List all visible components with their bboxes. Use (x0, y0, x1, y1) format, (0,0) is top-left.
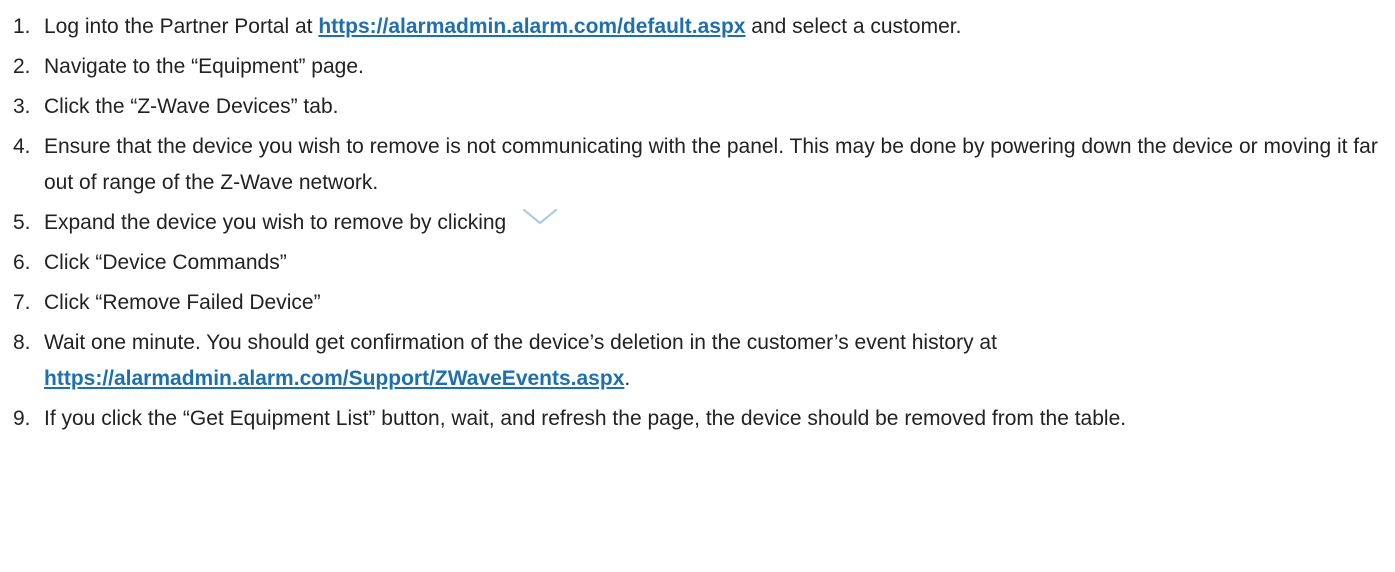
step-7: 7. Click “Remove Failed Device” (0, 285, 1384, 321)
step-text: Ensure that the device you wish to remov… (44, 135, 1378, 194)
step-number: 1. (13, 15, 31, 38)
partner-portal-link[interactable]: https://alarmadmin.alarm.com/default.asp… (318, 15, 745, 38)
step-text: . (624, 367, 631, 391)
step-6: 6. Click “Device Commands” (0, 245, 1384, 281)
step-text: Wait one minute. You should get confirma… (44, 331, 997, 355)
zwave-events-link[interactable]: https://alarmadmin.alarm.com/Support/ZWa… (44, 367, 624, 390)
step-text: and select a customer. (745, 15, 962, 38)
step-2: 2. Navigate to the “Equipment” page. (0, 49, 1384, 85)
step-number: 8. (13, 331, 31, 355)
step-number: 2. (13, 55, 31, 78)
step-8: 8. Wait one minute. You should get confi… (0, 325, 1384, 397)
step-number: 3. (13, 95, 31, 118)
step-text: If you click the “Get Equipment List” bu… (44, 407, 1127, 431)
step-text: Navigate to the “Equipment” page. (44, 55, 364, 78)
step-1: 1. Log into the Partner Portal at https:… (0, 9, 1384, 45)
step-5: 5. Expand the device you wish to remove … (0, 205, 1384, 241)
step-number: 6. (13, 251, 31, 275)
step-text: Log into the Partner Portal at (44, 15, 319, 38)
chevron-down-icon-svg (522, 209, 558, 225)
step-text: Expand the device you wish to remove by … (44, 211, 507, 234)
step-number: 7. (13, 291, 31, 315)
step-number: 9. (13, 407, 31, 431)
instruction-steps: 1. Log into the Partner Portal at https:… (0, 9, 1395, 437)
chevron-down-icon (522, 202, 558, 238)
step-9: 9. If you click the “Get Equipment List”… (0, 401, 1384, 437)
step-number: 5. (13, 211, 31, 234)
step-text: Click the “Z-Wave Devices” tab. (44, 95, 339, 118)
step-text: Click “Remove Failed Device” (44, 291, 321, 315)
step-number: 4. (13, 135, 31, 158)
step-4: 4. Ensure that the device you wish to re… (0, 129, 1384, 201)
step-text: Click “Device Commands” (44, 251, 287, 275)
step-3: 3. Click the “Z-Wave Devices” tab. (0, 89, 1384, 125)
